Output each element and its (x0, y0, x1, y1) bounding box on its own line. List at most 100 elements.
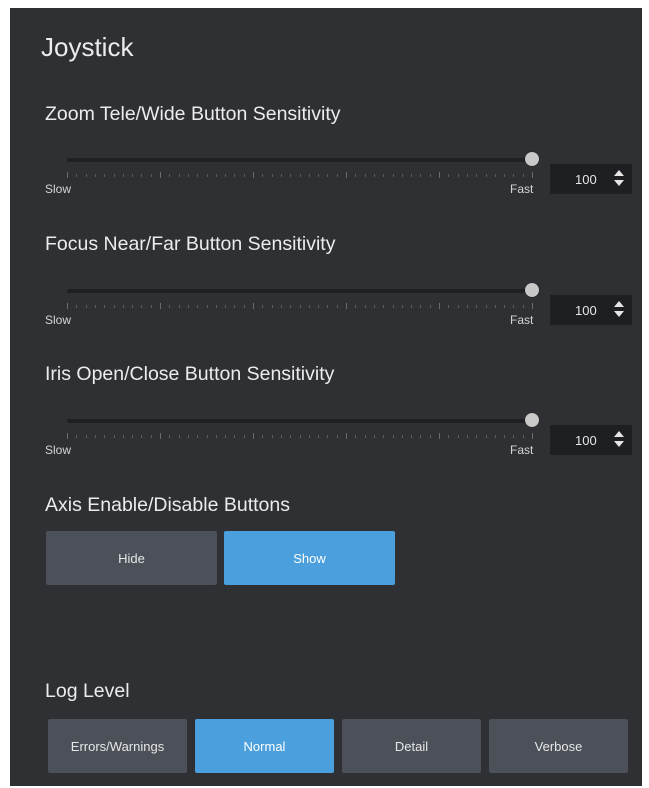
spinbox-arrows-icon[interactable] (614, 430, 624, 450)
slider-tick (346, 172, 347, 178)
slider-tick (346, 433, 347, 439)
slider-tick (243, 174, 245, 177)
slider-tick (513, 435, 515, 438)
spin-up-icon[interactable] (614, 301, 624, 307)
iris-sensitivity-spinbox[interactable]: 100 (550, 425, 632, 455)
slider-tick (187, 174, 189, 177)
slider-tick (494, 174, 496, 177)
log-errors-warnings-button[interactable]: Errors/Warnings (48, 719, 187, 773)
slider-tick (401, 305, 403, 308)
slider-tick (253, 433, 254, 439)
slider-tick (336, 174, 338, 177)
slider-tick (411, 305, 413, 308)
spin-up-icon[interactable] (614, 170, 624, 176)
slider-ticks (67, 303, 533, 313)
panel-title: Joystick (41, 32, 134, 62)
slider-tick (197, 174, 199, 177)
focus-sensitivity-slider[interactable] (67, 283, 539, 297)
slider-tick (327, 174, 329, 177)
axis-show-button[interactable]: Show (224, 531, 395, 585)
slider-tick (271, 174, 273, 177)
slider-thumb[interactable] (525, 413, 539, 427)
slider-tick (532, 303, 533, 309)
slider-tick (429, 305, 431, 308)
slider-tick (160, 303, 161, 309)
slider-tick (392, 435, 394, 438)
slider-tick (448, 174, 450, 177)
slider-tick (262, 435, 264, 438)
slider-tick (225, 435, 227, 438)
slider-tick (355, 174, 357, 177)
slider-tick (150, 174, 152, 177)
slider-tick (411, 435, 413, 438)
slider-tick (494, 305, 496, 308)
slider-fill (67, 158, 532, 162)
slider-tick (104, 174, 106, 177)
slider-tick (485, 174, 487, 177)
slider-ticks (67, 433, 533, 443)
slider-tick (522, 435, 524, 438)
slider-tick (439, 433, 440, 439)
slider-tick (485, 435, 487, 438)
slider-tick (457, 174, 459, 177)
slider-tick (392, 305, 394, 308)
slider-tick (308, 174, 310, 177)
slider-min-label: Slow (45, 443, 72, 457)
slider-tick (104, 435, 106, 438)
slider-tick (420, 174, 422, 177)
spinbox-arrows-icon[interactable] (614, 169, 624, 189)
slider-tick (85, 174, 87, 177)
slider-tick (113, 305, 115, 308)
zoom-sensitivity-slider[interactable] (67, 152, 539, 166)
slider-tick (178, 435, 180, 438)
log-verbose-button[interactable]: Verbose (489, 719, 628, 773)
log-detail-button[interactable]: Detail (342, 719, 481, 773)
slider-tick (364, 435, 366, 438)
slider-tick (336, 305, 338, 308)
slider-tick (243, 305, 245, 308)
slider-thumb[interactable] (525, 152, 539, 166)
spin-down-icon[interactable] (614, 180, 624, 186)
slider-tick (234, 435, 236, 438)
spin-up-icon[interactable] (614, 431, 624, 437)
slider-thumb[interactable] (525, 283, 539, 297)
iris-sensitivity-label: Iris Open/Close Button Sensitivity (45, 363, 335, 385)
axis-hide-button[interactable]: Hide (46, 531, 217, 585)
spin-down-icon[interactable] (614, 441, 624, 447)
slider-tick (197, 435, 199, 438)
slider-tick (327, 435, 329, 438)
focus-sensitivity-label: Focus Near/Far Button Sensitivity (45, 233, 336, 255)
slider-tick (522, 174, 524, 177)
slider-tick (215, 435, 217, 438)
slider-tick (318, 174, 320, 177)
slider-tick (457, 305, 459, 308)
slider-tick (178, 305, 180, 308)
slider-tick (280, 174, 282, 177)
slider-tick (94, 174, 96, 177)
slider-tick (476, 435, 478, 438)
slider-tick (113, 435, 115, 438)
slider-tick (122, 305, 124, 308)
slider-tick (513, 174, 515, 177)
slider-tick (318, 305, 320, 308)
slider-tick (485, 305, 487, 308)
zoom-sensitivity-spinbox[interactable]: 100 (550, 164, 632, 194)
slider-tick (169, 435, 171, 438)
slider-tick (532, 433, 533, 439)
spinbox-arrows-icon[interactable] (614, 300, 624, 320)
slider-tick (206, 435, 208, 438)
slider-tick (364, 174, 366, 177)
spin-down-icon[interactable] (614, 311, 624, 317)
slider-tick (253, 172, 254, 178)
slider-tick (466, 174, 468, 177)
slider-tick (122, 174, 124, 177)
focus-sensitivity-spinbox[interactable]: 100 (550, 295, 632, 325)
slider-max-label: Fast (510, 313, 534, 327)
zoom-sensitivity-slider-row: Slow Fast 100 (45, 152, 635, 202)
slider-tick (373, 305, 375, 308)
iris-sensitivity-slider[interactable] (67, 413, 539, 427)
log-normal-button[interactable]: Normal (195, 719, 334, 773)
slider-tick (401, 174, 403, 177)
spinbox-value: 100 (575, 433, 597, 448)
slider-tick (94, 305, 96, 308)
